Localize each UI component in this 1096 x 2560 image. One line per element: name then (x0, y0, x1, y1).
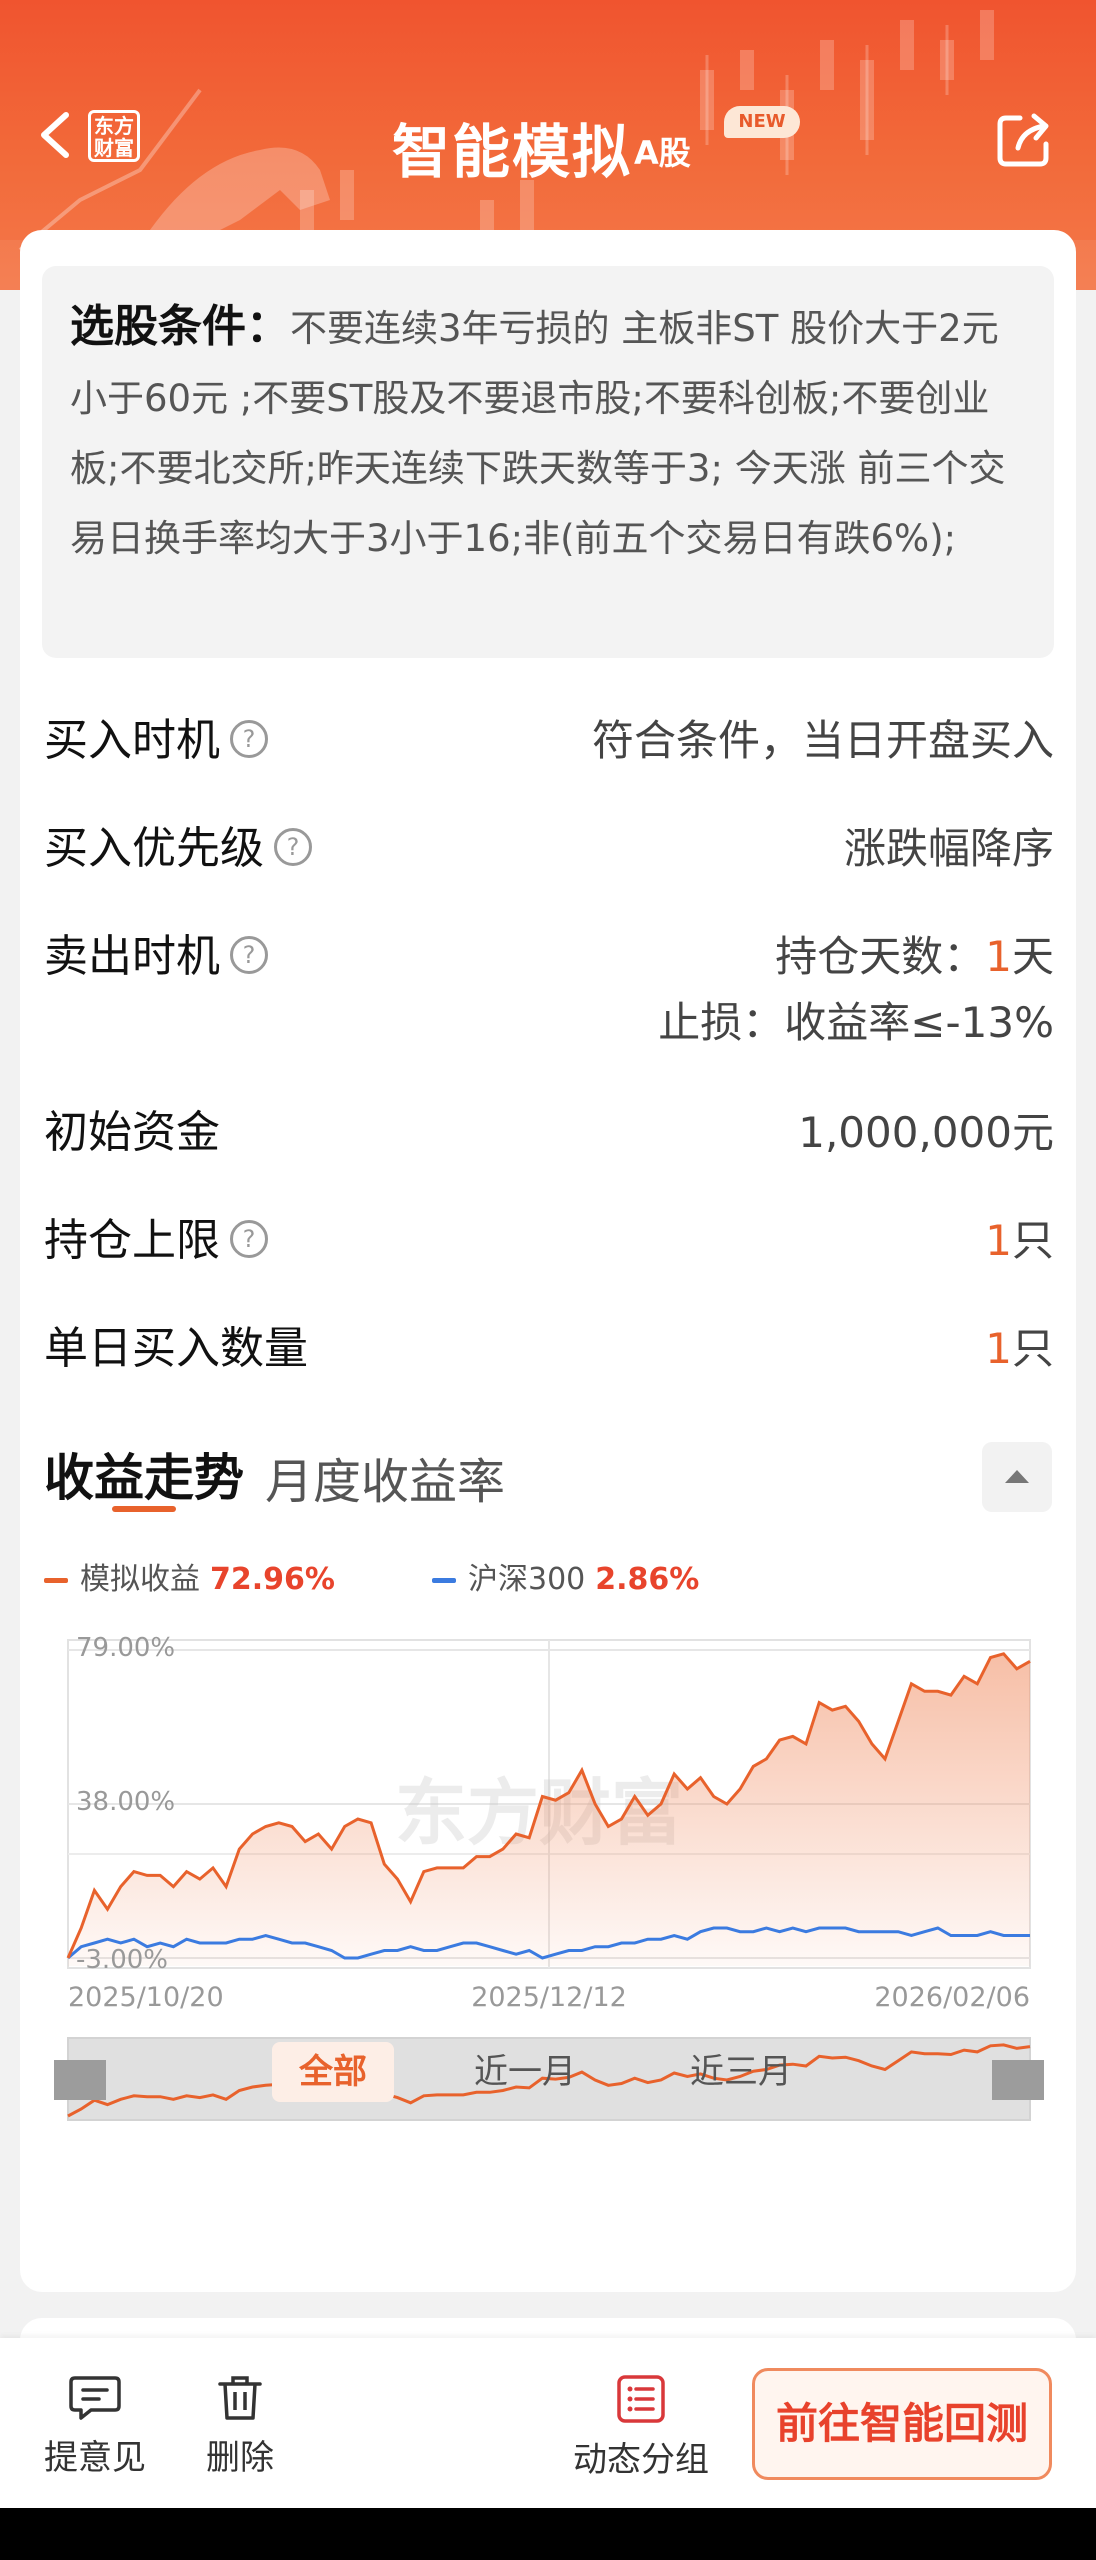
buy-timing-value: 符合条件，当日开盘买入 (591, 716, 1054, 765)
list-icon (617, 2375, 665, 2423)
y-tick-label: -3.00% (76, 1945, 168, 1975)
daily-buy-value: 1只 (985, 1324, 1054, 1373)
help-icon[interactable]: ? (230, 720, 268, 758)
buy-timing-label: 买入时机 (44, 715, 220, 766)
legend-sim: 模拟收益 72.96% (44, 1560, 335, 1600)
range-tab-3m[interactable]: 近三月 (676, 2042, 806, 2102)
feedback-label: 提意见 (44, 2438, 146, 2478)
delete-button[interactable]: 删除 (198, 2374, 282, 2479)
y-tick-label: 38.00% (76, 1787, 175, 1817)
help-icon[interactable]: ? (274, 828, 312, 866)
tab-monthly-return[interactable]: 月度收益率 (265, 1442, 505, 1512)
legend-hs300-name: 沪深300 (468, 1562, 586, 1597)
return-chart: 东方财富79.00%38.00%-3.00%2025/10/202025/12/… (54, 1633, 1044, 2121)
page-title: 智能模拟 (392, 118, 633, 186)
legend-hs300-swatch (432, 1578, 456, 1583)
legend-sim-swatch (44, 1578, 68, 1583)
buy-priority-row: 买入优先级? 涨跌幅降序 (44, 814, 1054, 884)
x-tick-label: 2025/10/20 (68, 1982, 224, 2013)
help-icon[interactable]: ? (230, 936, 268, 974)
navigator-handle-left (54, 2060, 106, 2100)
x-tick-label: 2025/12/12 (471, 1982, 627, 2013)
sell-timing-label: 卖出时机 (44, 931, 220, 982)
conditions-label: 选股条件： (70, 301, 290, 352)
buy-priority-value: 涨跌幅降序 (843, 824, 1054, 873)
bottom-action-bar: 提意见 删除 动态分组 前往智能回测 (0, 2338, 1096, 2508)
initial-capital-label: 初始资金 (44, 1107, 220, 1158)
buy-timing-row: 买入时机? 符合条件，当日开盘买入 (44, 706, 1054, 776)
position-limit-row: 持仓上限? 1只 (44, 1206, 1054, 1276)
dynamic-group-label: 动态分组 (573, 2440, 709, 2480)
stop-loss-value: 止损：收益率≤-13% (658, 998, 1054, 1047)
range-tab-all[interactable]: 全部 (272, 2042, 394, 2102)
y-tick-label: 79.00% (76, 1633, 175, 1663)
help-icon[interactable]: ? (230, 1220, 268, 1258)
daily-buy-row: 单日买入数量 1只 (44, 1314, 1054, 1384)
go-backtest-button[interactable]: 前往智能回测 (752, 2368, 1052, 2480)
delete-label: 删除 (206, 2438, 274, 2478)
brand-logo: 东方 财富 (88, 110, 140, 162)
new-badge: NEW (724, 106, 800, 138)
trash-icon (218, 2376, 262, 2420)
sell-timing-row: 卖出时机? 持仓天数：1天 止损：收益率≤-13% (44, 922, 1054, 1062)
back-icon[interactable] (30, 105, 80, 165)
initial-capital-row: 初始资金 1,000,000元 (44, 1098, 1054, 1168)
tab-return-trend[interactable]: 收益走势 (44, 1438, 244, 1510)
x-tick-label: 2026/02/06 (874, 1982, 1030, 2013)
buy-priority-label: 买入优先级 (44, 823, 264, 874)
page-title-market: A股 (634, 134, 691, 172)
legend-sim-name: 模拟收益 (80, 1562, 200, 1597)
conditions-box: 选股条件：不要连续3年亏损的 主板非ST 股价大于2元小于60元 ;不要ST股及… (42, 266, 1054, 658)
hold-days-value: 持仓天数：1天 (775, 932, 1054, 981)
collapse-button[interactable] (982, 1442, 1052, 1512)
initial-capital-value: 1,000,000元 (798, 1108, 1054, 1157)
legend-sim-value: 72.96% (210, 1562, 335, 1597)
dynamic-group-button[interactable]: 动态分组 (566, 2374, 716, 2481)
range-tab-1m[interactable]: 近一月 (460, 2042, 590, 2102)
position-limit-value: 1只 (985, 1216, 1054, 1265)
position-limit-label: 持仓上限 (44, 1215, 220, 1266)
legend-hs300-value: 2.86% (595, 1562, 700, 1597)
daily-buy-label: 单日买入数量 (44, 1323, 308, 1374)
strategy-card: 选股条件：不要连续3年亏损的 主板非ST 股价大于2元小于60元 ;不要ST股及… (20, 230, 1076, 2292)
share-icon[interactable] (994, 108, 1056, 170)
comment-icon (69, 2376, 121, 2420)
system-nav-bar (0, 2508, 1096, 2560)
active-tab-indicator (112, 1506, 176, 1512)
legend-hs300: 沪深300 2.86% (432, 1560, 699, 1600)
feedback-button[interactable]: 提意见 (40, 2374, 150, 2479)
navigator-handle-right (992, 2060, 1044, 2100)
caret-up-icon (1005, 1470, 1029, 1483)
